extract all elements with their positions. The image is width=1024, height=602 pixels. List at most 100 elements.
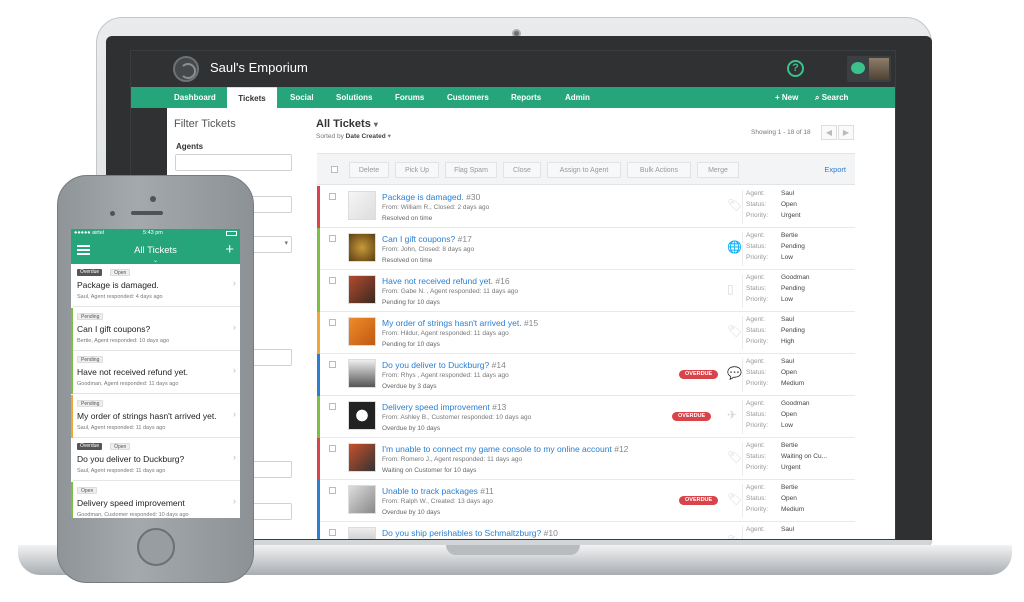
list-item[interactable]: Pending My order of strings hasn't arrive…	[71, 394, 240, 438]
phone-camera-icon	[150, 196, 156, 202]
export-link[interactable]: Export	[824, 165, 846, 174]
agent-value[interactable]: Bertie	[781, 484, 798, 491]
row-checkbox[interactable]	[329, 487, 336, 494]
agent-value[interactable]: Goodman	[781, 400, 810, 407]
agent-value[interactable]: Saul	[781, 190, 794, 197]
nav-forums[interactable]: Forums	[395, 87, 424, 108]
nav-admin[interactable]: Admin	[565, 87, 590, 108]
ticket-meta: Agent: Goodman Status: Open Priority: Low	[742, 400, 852, 434]
table-row[interactable]: Delivery speed improvement #13 From: Ashl…	[317, 396, 855, 438]
avatar[interactable]	[869, 58, 889, 80]
brand-logo-icon[interactable]	[173, 56, 199, 82]
status-value[interactable]: Open	[781, 369, 797, 376]
next-page-button[interactable]: ▶	[838, 125, 854, 140]
priority-value[interactable]: Low	[781, 254, 793, 261]
row-checkbox[interactable]	[329, 235, 336, 242]
priority-value[interactable]: Medium	[781, 506, 804, 513]
nav-social[interactable]: Social	[290, 87, 314, 108]
table-row[interactable]: I'm unable to connect my game console to…	[317, 438, 855, 480]
bulk-actions-button[interactable]: Bulk Actions	[627, 162, 691, 178]
agent-value[interactable]: Saul	[781, 358, 794, 365]
phone-title[interactable]: All Tickets	[71, 245, 240, 256]
priority-key: Priority:	[746, 380, 769, 387]
table-row[interactable]: Package is damaged. #30 From: William R.,…	[317, 186, 855, 228]
add-icon[interactable]: +	[225, 241, 234, 258]
priority-value[interactable]: Urgent	[781, 464, 801, 471]
delete-button[interactable]: Delete	[349, 162, 389, 178]
search-button[interactable]: ⌕ Search	[815, 87, 848, 108]
priority-value[interactable]: Medium	[781, 380, 804, 387]
nav-solutions[interactable]: Solutions	[336, 87, 372, 108]
pick-up-button[interactable]: Pick Up	[395, 162, 439, 178]
priority-value[interactable]: Low	[781, 296, 793, 303]
prev-page-button[interactable]: ◀	[821, 125, 837, 140]
row-checkbox[interactable]	[329, 445, 336, 452]
ticket-subject[interactable]: I'm unable to connect my game console to…	[382, 444, 628, 454]
list-item[interactable]: Pending Have not received refund yet. Good…	[71, 351, 240, 394]
nav-reports[interactable]: Reports	[511, 87, 541, 108]
table-row[interactable]: Do you deliver to Duckburg? #14 From: Rhy…	[317, 354, 855, 396]
table-row[interactable]: Have not received refund yet. #16 From: G…	[317, 270, 855, 312]
ticket-subject[interactable]: Package is damaged. #30	[382, 192, 480, 202]
table-row[interactable]: My order of strings hasn't arrived yet. …	[317, 312, 855, 354]
nav-tickets[interactable]: Tickets	[227, 87, 277, 108]
new-ticket-button[interactable]: + New	[775, 87, 798, 108]
status-value[interactable]: Open	[781, 411, 797, 418]
page-title[interactable]: All Tickets ▾	[316, 118, 378, 130]
row-checkbox[interactable]	[329, 319, 336, 326]
agent-value[interactable]: Bertie	[781, 442, 798, 449]
priority-value[interactable]: Urgent	[781, 212, 801, 219]
ticket-meta: Agent: Goodman Status: Pending Priority: Low	[742, 274, 852, 308]
row-checkbox[interactable]	[329, 193, 336, 200]
search-icon: ⌕	[815, 93, 820, 102]
ticket-number: #11	[480, 486, 494, 496]
ticket-subject[interactable]: My order of strings hasn't arrived yet. …	[382, 318, 538, 328]
phone-screen: ●●●●● airtel 5:43 pm All Tickets + ⌄ Ove…	[71, 229, 240, 518]
list-item[interactable]: Overdue Open Do you deliver to Duckburg? Sa…	[71, 438, 240, 481]
priority-value[interactable]: Low	[781, 422, 793, 429]
status-value[interactable]: Open	[781, 201, 797, 208]
agents-label: Agents	[176, 142, 204, 151]
ticket-subject[interactable]: Delivery speed improvement #13	[382, 402, 506, 412]
table-row[interactable]: Unable to track packages #11 From: Ralph …	[317, 480, 855, 522]
nav-customers[interactable]: Customers	[447, 87, 489, 108]
assign-agent-button[interactable]: Assign to Agent	[547, 162, 621, 178]
sort-control[interactable]: Sorted by Date Created ▾	[316, 132, 391, 140]
agents-filter-input[interactable]	[175, 154, 292, 171]
agent-value[interactable]: Bertie	[781, 232, 798, 239]
table-row[interactable]: Can I gift coupons? #17 From: John, Close…	[317, 228, 855, 270]
status-value[interactable]: Open	[781, 495, 797, 502]
agent-value[interactable]: Goodman	[781, 274, 810, 281]
list-item[interactable]: Overdue Open Package is damaged. Saul, Agen…	[71, 264, 240, 307]
agent-value[interactable]: Saul	[781, 316, 794, 323]
ticket-subject[interactable]: Have not received refund yet. #16	[382, 276, 510, 286]
table-row[interactable]: Do you ship perishables to Schmaltzburg?…	[317, 522, 855, 539]
status-value[interactable]: Pending	[781, 285, 805, 292]
close-button[interactable]: Close	[503, 162, 541, 178]
priority-value[interactable]: High	[781, 338, 794, 345]
home-button[interactable]	[137, 528, 175, 566]
ticket-subject: Can I gift coupons?	[77, 323, 151, 334]
priority-stripe	[71, 351, 73, 394]
select-all-checkbox[interactable]	[331, 166, 338, 173]
list-item[interactable]: Open Delivery speed improvement Goodman, C…	[71, 481, 240, 518]
flag-spam-button[interactable]: Flag Spam	[445, 162, 497, 178]
ticket-subject[interactable]: Unable to track packages #11	[382, 486, 494, 496]
list-item[interactable]: Pending Can I gift coupons? Bertie, Agent …	[71, 307, 240, 351]
row-checkbox[interactable]	[329, 361, 336, 368]
ticket-subject[interactable]: Can I gift coupons? #17	[382, 234, 472, 244]
chevron-down-icon: ▾	[373, 120, 378, 129]
agent-value[interactable]: Saul	[781, 526, 794, 533]
ticket-subject[interactable]: Do you deliver to Duckburg? #14	[382, 360, 506, 370]
nav-dashboard[interactable]: Dashboard	[174, 87, 216, 108]
status-value[interactable]: Waiting on Cu...	[781, 453, 827, 460]
merge-button[interactable]: Merge	[697, 162, 739, 178]
status-value[interactable]: Pending	[781, 243, 805, 250]
row-checkbox[interactable]	[329, 277, 336, 284]
status-value[interactable]: Pending	[781, 327, 805, 334]
app-name: Saul's Emporium	[210, 60, 308, 75]
row-checkbox[interactable]	[329, 403, 336, 410]
help-icon[interactable]: ?	[787, 60, 804, 77]
row-checkbox[interactable]	[329, 529, 336, 536]
ticket-subject[interactable]: Do you ship perishables to Schmaltzburg?…	[382, 528, 558, 538]
